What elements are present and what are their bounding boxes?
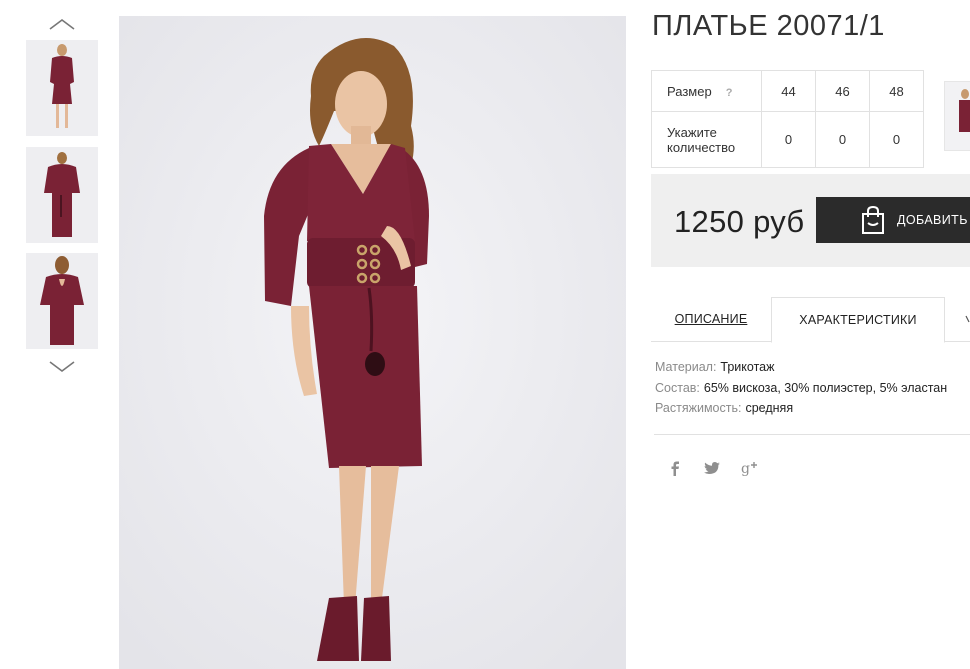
spec-value: средняя bbox=[745, 401, 794, 415]
chevron-down-icon bbox=[49, 361, 75, 372]
main-product-photo[interactable] bbox=[119, 16, 626, 669]
spec-key: Материал: bbox=[655, 360, 717, 374]
dress-back-thumbnail-image bbox=[26, 253, 98, 349]
product-title: ПЛАТЬЕ 20071/1 bbox=[652, 10, 885, 42]
spec-key: Состав: bbox=[655, 381, 700, 395]
tab-description[interactable]: ОПИСАНИЕ bbox=[651, 297, 771, 341]
spec-key: Растяжимость: bbox=[655, 401, 742, 415]
thumbnail-back[interactable] bbox=[26, 253, 98, 349]
tab-overflow-icon bbox=[965, 315, 970, 323]
spec-value: Трикотаж bbox=[720, 360, 775, 374]
size-quantity-table: Размер? 44 46 48 Укажите количество 0 0 … bbox=[651, 70, 924, 168]
size-option-48[interactable]: 48 bbox=[869, 70, 924, 112]
shopping-bag-icon bbox=[862, 205, 884, 234]
dress-side-thumbnail-image bbox=[26, 147, 98, 243]
related-product-thumbnail[interactable] bbox=[944, 81, 970, 151]
quantity-input-48[interactable]: 0 bbox=[869, 111, 924, 168]
spec-row-composition: Состав: 65% вискоза, 30% полиэстер, 5% эл… bbox=[655, 381, 947, 395]
product-price: 1250 руб bbox=[674, 204, 805, 239]
google-plus-share-button[interactable]: g bbox=[740, 459, 762, 477]
size-label-cell: Размер? bbox=[651, 70, 762, 112]
size-help-icon[interactable]: ? bbox=[726, 87, 733, 99]
google-plus-icon: g bbox=[741, 461, 757, 476]
model-in-dress-image bbox=[119, 16, 626, 669]
quantity-label-line2: количество bbox=[667, 139, 736, 155]
size-label: Размер bbox=[667, 83, 712, 99]
quantity-label-line1: Укажите bbox=[667, 124, 717, 140]
gallery-up-button[interactable] bbox=[44, 15, 80, 33]
related-dress-image bbox=[945, 82, 970, 150]
tab-characteristics[interactable]: ХАРАКТЕРИСТИКИ bbox=[771, 297, 945, 343]
quantity-input-46[interactable]: 0 bbox=[815, 111, 870, 168]
spec-value: 65% вискоза, 30% полиэстер, 5% эластан bbox=[703, 381, 948, 395]
twitter-share-button[interactable] bbox=[703, 459, 721, 477]
dress-front-thumbnail-image bbox=[26, 40, 98, 136]
twitter-icon bbox=[704, 461, 720, 474]
size-option-46[interactable]: 46 bbox=[815, 70, 870, 112]
thumbnail-side[interactable] bbox=[26, 147, 98, 243]
spec-row-stretch: Растяжимость: средняя bbox=[655, 401, 793, 415]
facebook-share-button[interactable] bbox=[666, 459, 684, 477]
quantity-label-cell: Укажите количество bbox=[651, 111, 762, 168]
spec-row-material: Материал: Трикотаж bbox=[655, 360, 774, 374]
add-to-cart-label: ДОБАВИТЬ В bbox=[897, 213, 970, 227]
chevron-up-icon bbox=[49, 19, 75, 30]
quantity-input-44[interactable]: 0 bbox=[761, 111, 816, 168]
thumbnail-front[interactable] bbox=[26, 40, 98, 136]
size-option-44[interactable]: 44 bbox=[761, 70, 816, 112]
tab-more[interactable] bbox=[960, 297, 970, 341]
gallery-down-button[interactable] bbox=[44, 358, 80, 376]
add-to-cart-button[interactable]: ДОБАВИТЬ В bbox=[816, 197, 970, 243]
facebook-icon bbox=[671, 461, 679, 476]
specs-divider bbox=[654, 434, 970, 435]
svg-text:g: g bbox=[741, 461, 750, 476]
